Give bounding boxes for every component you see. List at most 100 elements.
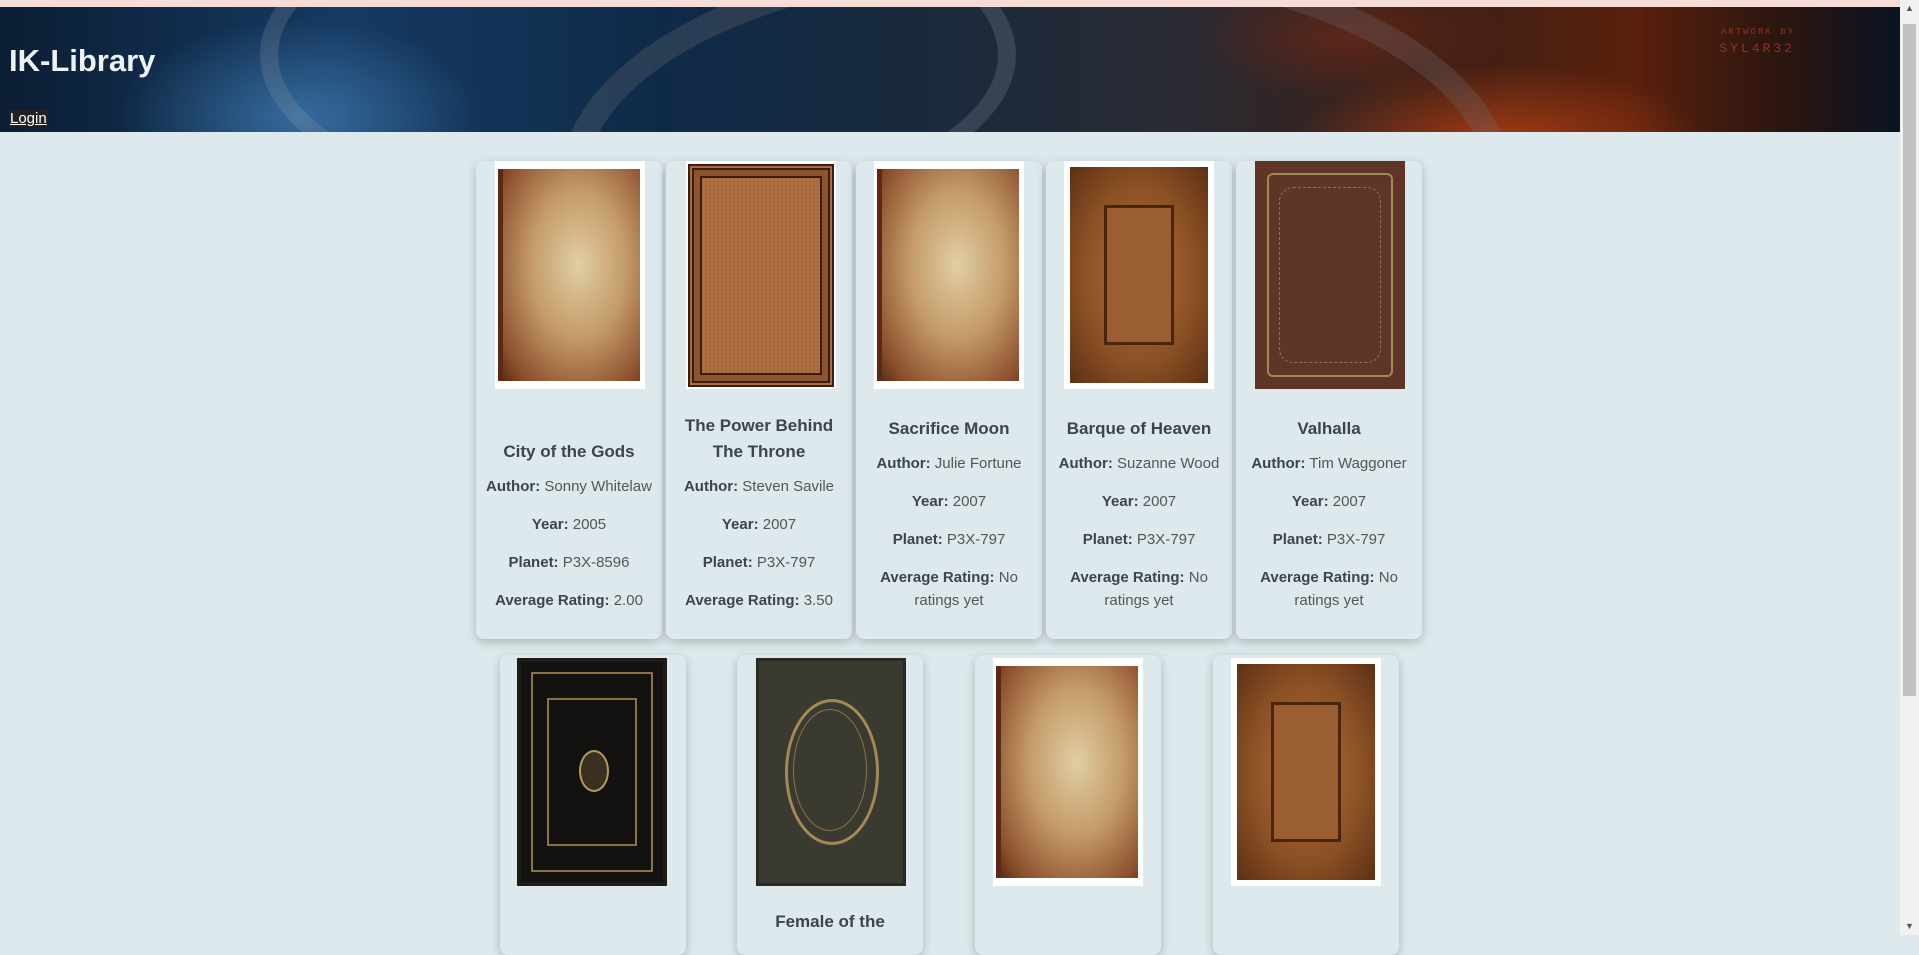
book-title[interactable]: City of the Gods [486, 439, 652, 465]
planet-value: P3X-797 [946, 531, 1006, 548]
year-value: 2007 [762, 516, 797, 533]
book-title[interactable]: Valhalla [1246, 416, 1412, 442]
book-author: Author: Suzanne Wood [1054, 452, 1224, 475]
book-rating: Average Rating: No ratings yet [864, 566, 1034, 612]
site-title: IK-Library [9, 43, 156, 78]
year-label: Year: [1291, 493, 1329, 510]
book-card[interactable]: Barque of Heaven Author: Suzanne Wood Ye… [1046, 161, 1232, 639]
rating-label: Average Rating: [1260, 569, 1375, 586]
book-card[interactable]: City of the Gods Author: Sonny Whitelaw … [476, 161, 662, 639]
book-rating: Average Rating: No ratings yet [1244, 566, 1414, 612]
book-card[interactable] [975, 655, 1161, 955]
book-year: Year: 2007 [674, 513, 844, 536]
book-author: Author: Sonny Whitelaw [484, 475, 654, 498]
book-rating: Average Rating: No ratings yet [1054, 566, 1224, 612]
scroll-down-arrow-icon[interactable]: ▼ [1900, 918, 1919, 935]
book-year: Year: 2007 [864, 490, 1034, 513]
plain-tan-cover-image [877, 169, 1019, 381]
scroll-thumb[interactable] [1903, 24, 1916, 696]
book-planet: Planet: P3X-797 [1054, 528, 1224, 551]
login-link[interactable]: Login [9, 110, 48, 127]
book-title[interactable]: Female of the [747, 909, 913, 935]
rating-label: Average Rating: [880, 569, 995, 586]
year-label: Year: [911, 493, 949, 510]
planet-label: Planet: [892, 531, 943, 548]
panel-brown-cover-image [1070, 167, 1208, 383]
rating-label: Average Rating: [495, 592, 610, 609]
rating-label: Average Rating: [685, 592, 800, 609]
book-cover-frame [1064, 161, 1214, 389]
year-label: Year: [721, 516, 759, 533]
book-year: Year: 2005 [484, 513, 654, 536]
cover-oval-inner [793, 709, 867, 831]
planet-value: P3X-797 [756, 554, 816, 571]
vertical-scrollbar[interactable]: ▲ ▼ [1900, 0, 1919, 935]
artwork-credit-line: ARTWORK BY [1720, 27, 1795, 37]
year-value: 2007 [1142, 493, 1177, 510]
year-label: Year: [531, 516, 569, 533]
book-cover-frame [874, 161, 1024, 389]
author-value: Julie Fortune [934, 455, 1022, 472]
book-author: Author: Julie Fortune [864, 452, 1034, 475]
book-card[interactable]: Valhalla Author: Tim Waggoner Year: 2007… [1236, 161, 1422, 639]
book-card[interactable]: Sacrifice Moon Author: Julie Fortune Yea… [856, 161, 1042, 639]
planet-label: Planet: [1272, 531, 1323, 548]
book-cover-frame [1255, 161, 1405, 389]
book-card[interactable]: The Power Behind The Throne Author: Stev… [666, 161, 852, 639]
author-value: Steven Savile [742, 478, 835, 495]
rating-value: 2.00 [613, 592, 643, 609]
author-label: Author: [1251, 455, 1306, 472]
artwork-credit-signature: SYL4R32 [1719, 41, 1795, 56]
author-value: Sonny Whitelaw [544, 478, 652, 495]
planet-value: P3X-797 [1326, 531, 1386, 548]
author-label: Author: [876, 455, 931, 472]
cover-panel [1271, 702, 1341, 842]
cover-crest [579, 750, 609, 792]
book-title[interactable]: Sacrifice Moon [866, 416, 1032, 442]
author-label: Author: [486, 478, 541, 495]
book-title[interactable]: The Power Behind The Throne [676, 413, 842, 465]
book-cover-frame [1231, 658, 1381, 886]
cover-filigree-inner [1279, 187, 1381, 363]
book-card[interactable] [500, 655, 686, 955]
book-rating: Average Rating: 2.00 [484, 589, 654, 612]
book-cover-frame [495, 161, 645, 389]
author-value: Suzanne Wood [1117, 455, 1220, 472]
dark-green-oval-cover-image [756, 658, 906, 886]
planet-value: P3X-8596 [562, 554, 630, 571]
book-planet: Planet: P3X-797 [674, 551, 844, 574]
book-card[interactable] [1213, 655, 1399, 955]
year-value: 2007 [1332, 493, 1367, 510]
book-card[interactable]: Female of the [737, 655, 923, 955]
rating-label: Average Rating: [1070, 569, 1185, 586]
header-artwork-ring [560, 7, 1512, 132]
book-rating: Average Rating: 3.50 [674, 589, 844, 612]
planet-label: Planet: [702, 554, 753, 571]
book-title[interactable]: Barque of Heaven [1056, 416, 1222, 442]
planet-label: Planet: [1082, 531, 1133, 548]
filigree-maroon-cover-image [1255, 161, 1405, 389]
author-value: Tim Waggoner [1309, 455, 1407, 472]
artwork-credit: ARTWORK BY SYL4R32 [1680, 27, 1795, 56]
author-label: Author: [1058, 455, 1113, 472]
book-planet: Planet: P3X-797 [1244, 528, 1414, 551]
book-year: Year: 2007 [1054, 490, 1224, 513]
planet-value: P3X-797 [1136, 531, 1196, 548]
book-planet: Planet: P3X-8596 [484, 551, 654, 574]
cover-panel [1104, 205, 1174, 345]
book-year: Year: 2007 [1244, 490, 1414, 513]
plain-tan-cover-image [996, 666, 1138, 878]
year-value: 2007 [952, 493, 987, 510]
book-planet: Planet: P3X-797 [864, 528, 1034, 551]
book-cover-frame [993, 658, 1143, 886]
book-author: Author: Steven Savile [674, 475, 844, 498]
book-cover-frame [756, 658, 906, 886]
black-gold-cover-image [517, 658, 667, 886]
site-header: IK-Library Login ARTWORK BY SYL4R32 [0, 7, 1900, 132]
planet-label: Planet: [508, 554, 559, 571]
year-label: Year: [1101, 493, 1139, 510]
author-label: Author: [683, 478, 739, 495]
scroll-up-arrow-icon[interactable]: ▲ [1900, 0, 1919, 17]
book-author: Author: Tim Waggoner [1244, 452, 1414, 475]
top-strip [0, 0, 1900, 7]
